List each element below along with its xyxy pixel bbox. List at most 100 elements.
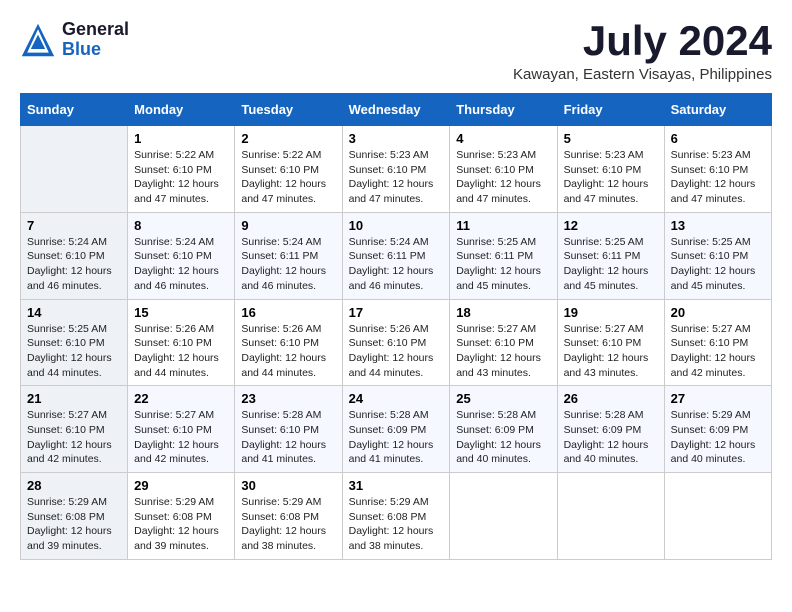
day-number: 25 <box>456 391 550 406</box>
calendar-cell <box>557 473 664 560</box>
day-number: 31 <box>349 478 444 493</box>
day-info: Sunrise: 5:29 AMSunset: 6:08 PMDaylight:… <box>134 495 228 554</box>
day-number: 1 <box>134 131 228 146</box>
day-info: Sunrise: 5:28 AMSunset: 6:09 PMDaylight:… <box>456 408 550 467</box>
day-number: 9 <box>241 218 335 233</box>
day-number: 27 <box>671 391 765 406</box>
calendar-cell: 1Sunrise: 5:22 AMSunset: 6:10 PMDaylight… <box>128 126 235 213</box>
day-info: Sunrise: 5:23 AMSunset: 6:10 PMDaylight:… <box>564 148 658 207</box>
day-number: 6 <box>671 131 765 146</box>
col-friday: Friday <box>557 94 664 126</box>
calendar-cell: 14Sunrise: 5:25 AMSunset: 6:10 PMDayligh… <box>21 299 128 386</box>
calendar-cell: 25 Sunrise: 5:28 AMSunset: 6:09 PMDayligh… <box>450 386 557 473</box>
logo-general-text: General <box>62 20 129 40</box>
calendar-week-2: 14Sunrise: 5:25 AMSunset: 6:10 PMDayligh… <box>21 299 772 386</box>
day-info: Sunrise: 5:23 AMSunset: 6:10 PMDaylight:… <box>456 148 550 207</box>
calendar-cell: 11 Sunrise: 5:25 AMSunset: 6:11 PMDayligh… <box>450 212 557 299</box>
calendar-cell <box>21 126 128 213</box>
day-number: 11 <box>456 218 550 233</box>
col-monday: Monday <box>128 94 235 126</box>
page-header: General Blue July 2024 Kawayan, Eastern … <box>20 20 772 83</box>
day-number: 17 <box>349 305 444 320</box>
day-info: Sunrise: 5:25 AMSunset: 6:11 PMDaylight:… <box>456 235 550 294</box>
calendar-cell: 21 Sunrise: 5:27 AMSunset: 6:10 PMDayligh… <box>21 386 128 473</box>
day-info: Sunrise: 5:22 AMSunset: 6:10 PMDaylight:… <box>241 148 335 207</box>
calendar-week-1: 7 Sunrise: 5:24 AMSunset: 6:10 PMDaylight… <box>21 212 772 299</box>
day-info: Sunrise: 5:25 AMSunset: 6:10 PMDaylight:… <box>27 322 121 381</box>
calendar-cell: 19 Sunrise: 5:27 AMSunset: 6:10 PMDayligh… <box>557 299 664 386</box>
day-number: 5 <box>564 131 658 146</box>
calendar-cell: 4Sunrise: 5:23 AMSunset: 6:10 PMDaylight… <box>450 126 557 213</box>
calendar-week-3: 21 Sunrise: 5:27 AMSunset: 6:10 PMDayligh… <box>21 386 772 473</box>
col-sunday: Sunday <box>21 94 128 126</box>
day-number: 10 <box>349 218 444 233</box>
calendar-cell: 5 Sunrise: 5:23 AMSunset: 6:10 PMDaylight… <box>557 126 664 213</box>
day-info: Sunrise: 5:24 AMSunset: 6:10 PMDaylight:… <box>134 235 228 294</box>
calendar-body: 1 Sunrise: 5:22 AMSunset: 6:10 PMDaylight… <box>21 126 772 560</box>
day-info: Sunrise: 5:24 AMSunset: 6:11 PMDaylight:… <box>241 235 335 294</box>
calendar-cell: 7 Sunrise: 5:24 AMSunset: 6:10 PMDaylight… <box>21 212 128 299</box>
calendar-cell: 22Sunrise: 5:27 AMSunset: 6:10 PMDayligh… <box>128 386 235 473</box>
calendar-header: Sunday Monday Tuesday Wednesday Thursday… <box>21 94 772 126</box>
calendar-cell: 12Sunrise: 5:25 AMSunset: 6:11 PMDayligh… <box>557 212 664 299</box>
day-info: Sunrise: 5:27 AMSunset: 6:10 PMDaylight:… <box>27 408 121 467</box>
calendar-cell: 9 Sunrise: 5:24 AMSunset: 6:11 PMDaylight… <box>235 212 342 299</box>
day-info: Sunrise: 5:27 AMSunset: 6:10 PMDaylight:… <box>564 322 658 381</box>
logo: General Blue <box>20 20 129 60</box>
col-thursday: Thursday <box>450 94 557 126</box>
day-info: Sunrise: 5:28 AMSunset: 6:09 PMDaylight:… <box>564 408 658 467</box>
col-tuesday: Tuesday <box>235 94 342 126</box>
calendar-cell: 27 Sunrise: 5:29 AMSunset: 6:09 PMDayligh… <box>664 386 771 473</box>
calendar-cell: 29 Sunrise: 5:29 AMSunset: 6:08 PMDayligh… <box>128 473 235 560</box>
day-number: 21 <box>27 391 121 406</box>
day-info: Sunrise: 5:27 AMSunset: 6:10 PMDaylight:… <box>134 408 228 467</box>
day-number: 16 <box>241 305 335 320</box>
day-info: Sunrise: 5:28 AMSunset: 6:09 PMDaylight:… <box>349 408 444 467</box>
calendar-cell <box>450 473 557 560</box>
calendar-cell: 6Sunrise: 5:23 AMSunset: 6:10 PMDaylight… <box>664 126 771 213</box>
calendar-table: Sunday Monday Tuesday Wednesday Thursday… <box>20 93 772 560</box>
logo-blue-text: Blue <box>62 40 129 60</box>
day-number: 30 <box>241 478 335 493</box>
day-number: 26 <box>564 391 658 406</box>
calendar-cell: 17 Sunrise: 5:26 AMSunset: 6:10 PMDayligh… <box>342 299 450 386</box>
day-number: 28 <box>27 478 121 493</box>
day-number: 15 <box>134 305 228 320</box>
calendar-cell: 28 Sunrise: 5:29 AMSunset: 6:08 PMDayligh… <box>21 473 128 560</box>
day-info: Sunrise: 5:25 AMSunset: 6:10 PMDaylight:… <box>671 235 765 294</box>
calendar-cell: 2Sunrise: 5:22 AMSunset: 6:10 PMDaylight… <box>235 126 342 213</box>
calendar-cell <box>664 473 771 560</box>
day-number: 7 <box>27 218 121 233</box>
calendar-cell: 30 Sunrise: 5:29 AMSunset: 6:08 PMDayligh… <box>235 473 342 560</box>
day-info: Sunrise: 5:26 AMSunset: 6:10 PMDaylight:… <box>241 322 335 381</box>
page-title: July 2024 <box>513 20 772 62</box>
day-info: Sunrise: 5:29 AMSunset: 6:08 PMDaylight:… <box>241 495 335 554</box>
header-row: Sunday Monday Tuesday Wednesday Thursday… <box>21 94 772 126</box>
day-info: Sunrise: 5:27 AMSunset: 6:10 PMDaylight:… <box>671 322 765 381</box>
col-wednesday: Wednesday <box>342 94 450 126</box>
day-info: Sunrise: 5:24 AMSunset: 6:10 PMDaylight:… <box>27 235 121 294</box>
day-info: Sunrise: 5:23 AMSunset: 6:10 PMDaylight:… <box>349 148 444 207</box>
calendar-cell: 20 Sunrise: 5:27 AMSunset: 6:10 PMDayligh… <box>664 299 771 386</box>
day-number: 19 <box>564 305 658 320</box>
day-info: Sunrise: 5:29 AMSunset: 6:08 PMDaylight:… <box>349 495 444 554</box>
day-info: Sunrise: 5:26 AMSunset: 6:10 PMDaylight:… <box>349 322 444 381</box>
day-info: Sunrise: 5:29 AMSunset: 6:09 PMDaylight:… <box>671 408 765 467</box>
logo-text: General Blue <box>62 20 129 60</box>
day-number: 8 <box>134 218 228 233</box>
day-number: 24 <box>349 391 444 406</box>
day-number: 20 <box>671 305 765 320</box>
title-area: July 2024 Kawayan, Eastern Visayas, Phil… <box>513 20 772 83</box>
day-info: Sunrise: 5:24 AMSunset: 6:11 PMDaylight:… <box>349 235 444 294</box>
calendar-week-0: 1 Sunrise: 5:22 AMSunset: 6:10 PMDaylight… <box>21 126 772 213</box>
day-number: 29 <box>134 478 228 493</box>
calendar-cell: 3Sunrise: 5:23 AMSunset: 6:10 PMDaylight… <box>342 126 450 213</box>
day-info: Sunrise: 5:29 AMSunset: 6:08 PMDaylight:… <box>27 495 121 554</box>
calendar-cell: 10 Sunrise: 5:24 AMSunset: 6:11 PMDayligh… <box>342 212 450 299</box>
page-subtitle: Kawayan, Eastern Visayas, Philippines <box>513 66 772 83</box>
calendar-cell: 18Sunrise: 5:27 AMSunset: 6:10 PMDayligh… <box>450 299 557 386</box>
calendar-cell: 23Sunrise: 5:28 AMSunset: 6:10 PMDayligh… <box>235 386 342 473</box>
col-saturday: Saturday <box>664 94 771 126</box>
day-info: Sunrise: 5:26 AMSunset: 6:10 PMDaylight:… <box>134 322 228 381</box>
calendar-cell: 16 Sunrise: 5:26 AMSunset: 6:10 PMDayligh… <box>235 299 342 386</box>
